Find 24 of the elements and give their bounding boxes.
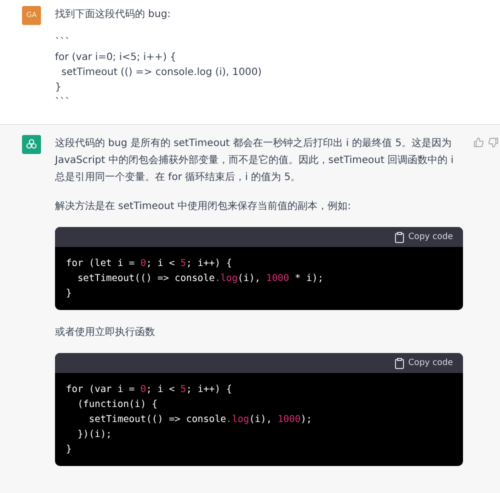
code-line: })(i); [76, 428, 113, 442]
code-line: (function(i) { [76, 398, 159, 412]
copy-code-button[interactable]: Copy code [395, 356, 453, 370]
copy-code-button[interactable]: Copy code [395, 230, 453, 244]
code-text-line: ``` [55, 96, 71, 110]
code-line: for (var i = 0; i < 5; i++) { [66, 383, 233, 397]
message-text: 或者使用立即执行函数 [55, 326, 156, 340]
code-line: setTimeout(() => console.log(i), 1000 * i); [76, 272, 324, 286]
thumbs-down-icon[interactable] [488, 137, 499, 148]
thumbs-up-icon[interactable] [473, 137, 484, 148]
code-text-line: setTimeout (() => console.log (i), 1000) [60, 66, 263, 80]
code-text-line: } [55, 81, 62, 95]
clipboard-icon [395, 358, 404, 368]
code-text-line: for (var i=0; i<5; i++) { [55, 51, 178, 65]
code-text-line: ``` [55, 36, 71, 50]
code-line: for (let i = 0; i < 5; i++) { [66, 257, 233, 271]
code-line: } [66, 443, 73, 457]
message-text: 这段代码的 bug 是所有的 setTimeout 都会在一秒钟之后打印出 i 的最终值 5。这是因为 JavaScript 中的闭包会捕获外部变量，而不是它的值。因此，setTimeout 回调函数中的 i 总是引用同一个变量。在 for 循环结束后，i 的值为 5。 [55, 136, 455, 185]
assistant-logo-icon [22, 135, 41, 154]
message-text: 解决方法是在 setTimeout 中使用闭包来保存当前值的副本，例如: [55, 200, 352, 214]
clipboard-icon [395, 232, 404, 242]
code-line: } [66, 287, 73, 301]
message-text: 找到下面这段代码的 bug: [55, 8, 172, 22]
code-line: setTimeout(() => console.log(i), 1000); [88, 413, 314, 427]
